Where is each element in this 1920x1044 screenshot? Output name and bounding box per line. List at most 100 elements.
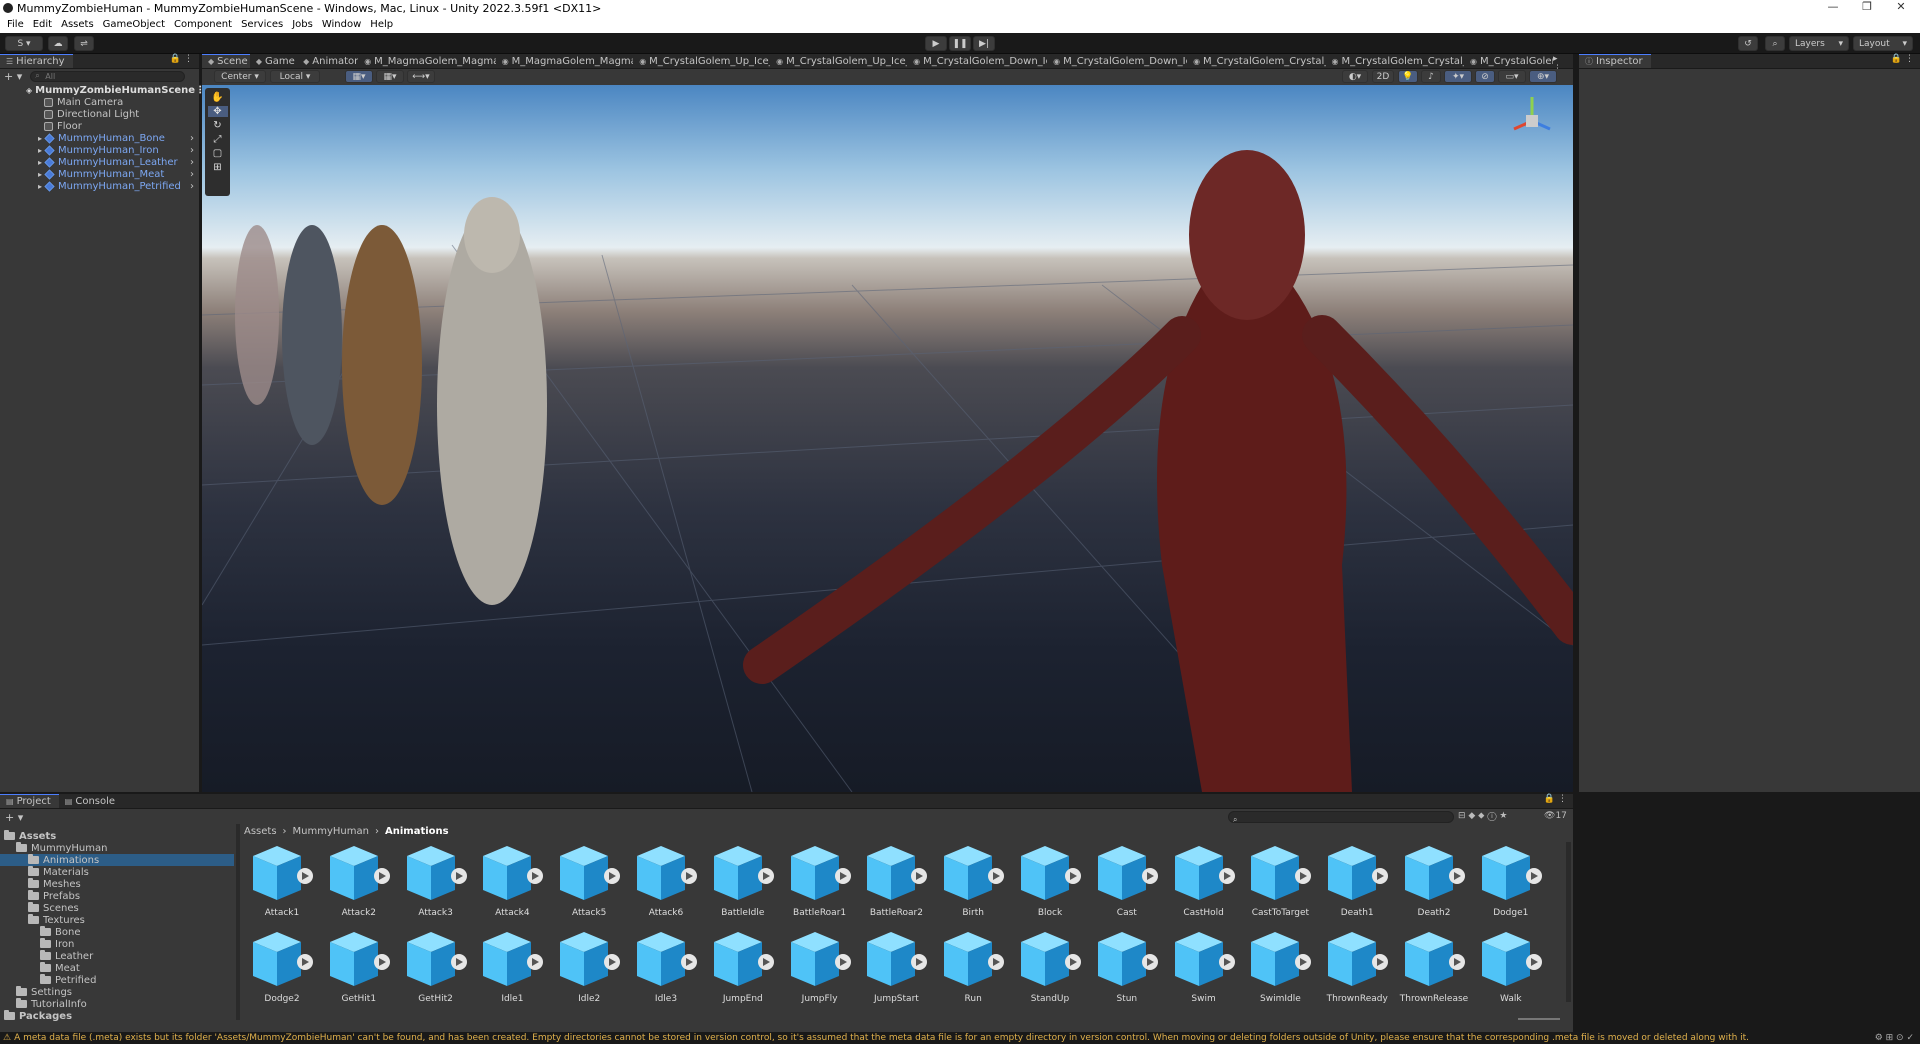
tab-hierarchy[interactable]: ☰ Hierarchy (0, 54, 73, 68)
expand-arrow-icon[interactable]: ▸ (38, 134, 42, 143)
orientation-gizmo[interactable] (1502, 91, 1562, 151)
animation-asset[interactable]: Swim (1166, 928, 1242, 1012)
animation-asset[interactable]: Cast (1089, 842, 1165, 926)
project-folder-item[interactable]: Settings (16, 986, 236, 998)
menu-edit[interactable]: Edit (31, 19, 54, 30)
project-folder-item[interactable]: Iron (40, 938, 236, 950)
animation-asset[interactable]: Death1 (1319, 842, 1395, 926)
project-folder-item[interactable]: MummyHuman (16, 842, 236, 854)
animation-asset[interactable]: Attack4 (474, 842, 550, 926)
scene-viewport[interactable]: ✋ ✥ ↻ ⤢ ▢ ⊞ (202, 85, 1573, 792)
animation-asset[interactable]: GetHit2 (398, 928, 474, 1012)
animation-asset[interactable]: Stun (1089, 928, 1165, 1012)
hierarchy-item[interactable]: ▸ MummyHuman_Leather › (38, 156, 198, 168)
hierarchy-item[interactable]: Floor (44, 120, 204, 132)
scale-tool-icon[interactable]: ⤢ (214, 134, 222, 145)
panel-menu-icon[interactable]: 🔒 ⋮ (1544, 794, 1573, 808)
filter-icons[interactable]: ⊟ ◆ ⬥ ⓘ ★ (1458, 811, 1507, 821)
project-folder-item[interactable]: Bone (40, 926, 236, 938)
snap-increment-button[interactable]: ▦▾ (376, 70, 404, 83)
minimize-button[interactable]: — (1818, 0, 1848, 13)
animation-asset[interactable]: Attack5 (551, 842, 627, 926)
animation-asset[interactable]: Walk (1473, 928, 1549, 1012)
menu-help[interactable]: Help (368, 19, 395, 30)
lighting-toggle-icon[interactable]: 💡 (1398, 70, 1418, 83)
status-icons[interactable]: ⚙ ⊞ ⊙ ✓ (1875, 1033, 1914, 1043)
menu-jobs[interactable]: Jobs (290, 19, 315, 30)
layers-dropdown[interactable]: Layers ▾ (1789, 36, 1849, 51)
search-icon[interactable]: ⌕ (1765, 36, 1785, 51)
project-folder-item[interactable]: Petrified (40, 974, 236, 986)
tab-scene[interactable]: ◆ Scene (202, 54, 250, 68)
open-prefab-icon[interactable]: › (190, 181, 194, 192)
hierarchy-search-input[interactable]: ⌕ All (30, 70, 186, 82)
animation-asset[interactable]: Attack3 (398, 842, 474, 926)
animation-asset[interactable]: JumpEnd (705, 928, 781, 1012)
tab-material-5[interactable]: ◉ M_CrystalGolem_Up_Ice_... (633, 54, 770, 68)
animation-asset[interactable]: Dodge1 (1473, 842, 1549, 926)
project-folder-item[interactable]: Textures (28, 914, 236, 926)
animation-asset[interactable]: StandUp (1012, 928, 1088, 1012)
history-icon[interactable]: ↺ (1738, 36, 1758, 51)
transform-tool-icon[interactable]: ⊞ (213, 162, 221, 173)
animation-asset[interactable]: Attack6 (628, 842, 704, 926)
asset-scrollbar[interactable] (1566, 842, 1571, 1002)
rotate-tool-icon[interactable]: ↻ (213, 120, 221, 131)
animation-asset[interactable]: Attack1 (244, 842, 320, 926)
collab-icon[interactable]: ⇌ (74, 36, 94, 51)
animation-asset[interactable]: SwimIdle (1242, 928, 1318, 1012)
hierarchy-item[interactable]: ▸ MummyHuman_Bone › (38, 132, 198, 144)
close-button[interactable]: ✕ (1886, 0, 1916, 13)
animation-asset[interactable]: Idle2 (551, 928, 627, 1012)
animation-asset[interactable]: BattleRoar1 (782, 842, 858, 926)
menu-assets[interactable]: Assets (59, 19, 96, 30)
tab-material-8[interactable]: ◉ M_CrystalGolem_Down_Ic... (1047, 54, 1187, 68)
animation-asset[interactable]: JumpFly (782, 928, 858, 1012)
audio-toggle-icon[interactable]: ♪ (1421, 70, 1441, 83)
project-folder-item[interactable]: TutorialInfo (16, 998, 236, 1010)
project-folder-item[interactable]: Prefabs (28, 890, 236, 902)
tab-material-3[interactable]: ◉ M_MagmaGolem_Magma... (358, 54, 496, 68)
open-prefab-icon[interactable]: › (190, 169, 194, 180)
play-button[interactable]: ▶ (925, 36, 947, 51)
tab-material-9[interactable]: ◉ M_CrystalGolem_Crystal_... (1187, 54, 1325, 68)
layout-dropdown[interactable]: Layout ▾ (1853, 36, 1913, 51)
ruler-button[interactable]: ⟷▾ (407, 70, 435, 83)
tab-material-10[interactable]: ◉ M_CrystalGolem_Crystal_... (1326, 54, 1464, 68)
grid-snap-button[interactable]: ▦▾ (345, 70, 373, 83)
animation-asset[interactable]: Idle3 (628, 928, 704, 1012)
tab-material-6[interactable]: ◉ M_CrystalGolem_Up_Ice_... (770, 54, 907, 68)
expand-arrow-icon[interactable]: ▸ (38, 146, 42, 155)
open-prefab-icon[interactable]: › (190, 145, 194, 156)
animation-asset[interactable]: CastToTarget (1242, 842, 1318, 926)
expand-arrow-icon[interactable]: ▸ (38, 170, 42, 179)
2d-toggle[interactable]: 2D (1372, 70, 1394, 83)
menu-window[interactable]: Window (320, 19, 363, 30)
animation-asset[interactable]: JumpStart (858, 928, 934, 1012)
animation-asset[interactable]: GetHit1 (321, 928, 397, 1012)
animation-asset[interactable]: ThrownReady (1319, 928, 1395, 1012)
hierarchy-item[interactable]: ▸ MummyHuman_Meat › (38, 168, 198, 180)
animation-asset[interactable]: ThrownRelease (1396, 928, 1472, 1012)
project-folder-item[interactable]: Leather (40, 950, 236, 962)
step-button[interactable]: ▶| (973, 36, 995, 51)
tab-project[interactable]: ▤ Project (0, 794, 59, 808)
project-folder-item[interactable]: Packages (4, 1010, 236, 1022)
gizmos-dropdown[interactable]: ⊕▾ (1529, 70, 1557, 83)
menu-services[interactable]: Services (239, 19, 285, 30)
tab-material-4[interactable]: ◉ M_MagmaGolem_Magma... (496, 54, 634, 68)
hierarchy-item[interactable]: Directional Light (44, 108, 204, 120)
project-search-input[interactable]: ⌕ (1228, 811, 1454, 824)
breadcrumb-animations[interactable]: Animations (385, 826, 449, 837)
scene-root[interactable]: ◈ MummyZombieHumanScene ⋮ (26, 84, 205, 96)
menu-file[interactable]: File (5, 19, 26, 30)
expand-arrow-icon[interactable]: ▸ (38, 182, 42, 191)
animation-asset[interactable]: Attack2 (321, 842, 397, 926)
space-dropdown[interactable]: Local ▾ (270, 70, 320, 83)
open-prefab-icon[interactable]: › (190, 133, 194, 144)
animation-asset[interactable]: Run (935, 928, 1011, 1012)
status-message[interactable]: A meta data file (.meta) exists but its … (14, 1033, 1749, 1043)
animation-asset[interactable]: Death2 (1396, 842, 1472, 926)
maximize-button[interactable]: ❐ (1852, 0, 1882, 13)
animation-asset[interactable]: CastHold (1166, 842, 1242, 926)
